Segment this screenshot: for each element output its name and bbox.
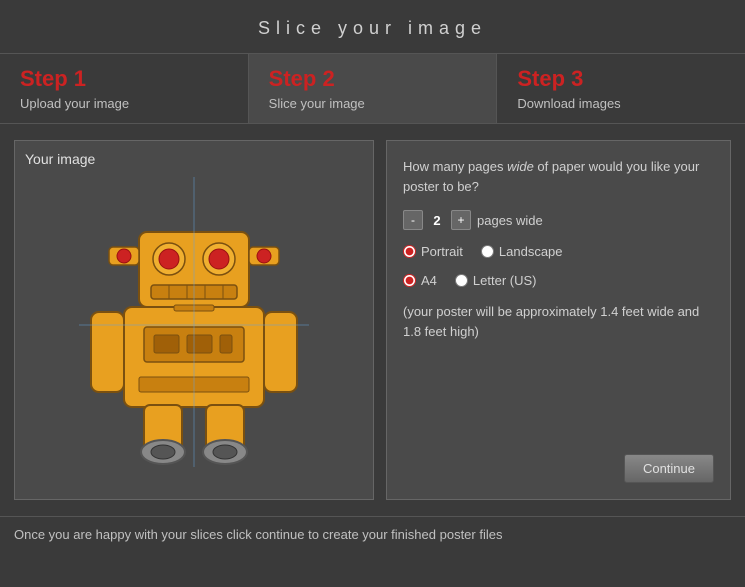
landscape-radio[interactable]	[481, 245, 494, 258]
portrait-radio[interactable]	[403, 245, 416, 258]
a4-option[interactable]: A4	[403, 273, 437, 288]
continue-button[interactable]: Continue	[624, 454, 714, 483]
poster-info: (your poster will be approximately 1.4 f…	[403, 302, 714, 341]
continue-btn-row: Continue	[403, 454, 714, 483]
a4-label: A4	[421, 273, 437, 288]
steps-bar: Step 1 Upload your image Step 2 Slice yo…	[0, 53, 745, 124]
pages-suffix: pages wide	[477, 213, 543, 228]
page-title: Slice your image	[0, 0, 745, 53]
controls-panel: How many pages wide of paper would you l…	[386, 140, 731, 500]
letter-option[interactable]: Letter (US)	[455, 273, 537, 288]
step-1[interactable]: Step 1 Upload your image	[0, 54, 249, 123]
step2-label: Step 2	[269, 66, 335, 92]
landscape-label: Landscape	[499, 244, 563, 259]
robot-image-container	[79, 177, 309, 467]
pages-count: 2	[429, 213, 445, 228]
main-content: Your image	[14, 140, 731, 500]
a4-radio[interactable]	[403, 274, 416, 287]
image-panel-title: Your image	[25, 151, 363, 167]
robot-svg	[79, 177, 309, 467]
pages-control: - 2 + pages wide	[403, 210, 714, 230]
portrait-label: Portrait	[421, 244, 463, 259]
step3-desc: Download images	[517, 96, 620, 111]
paper-size-group: A4 Letter (US)	[403, 273, 714, 288]
step3-label: Step 3	[517, 66, 583, 92]
pages-decrease-button[interactable]: -	[403, 210, 423, 230]
image-panel: Your image	[14, 140, 374, 500]
step-3[interactable]: Step 3 Download images	[497, 54, 745, 123]
step1-label: Step 1	[20, 66, 86, 92]
step-2[interactable]: Step 2 Slice your image	[249, 54, 498, 123]
orientation-group: Portrait Landscape	[403, 244, 714, 259]
letter-label: Letter (US)	[473, 273, 537, 288]
step1-desc: Upload your image	[20, 96, 129, 111]
portrait-option[interactable]: Portrait	[403, 244, 463, 259]
footer-text: Once you are happy with your slices clic…	[14, 527, 502, 542]
wide-word: wide	[507, 159, 534, 174]
question-text: How many pages wide of paper would you l…	[403, 157, 714, 196]
footer-bar: Once you are happy with your slices clic…	[0, 516, 745, 552]
landscape-option[interactable]: Landscape	[481, 244, 563, 259]
step2-desc: Slice your image	[269, 96, 365, 111]
letter-radio[interactable]	[455, 274, 468, 287]
pages-increase-button[interactable]: +	[451, 210, 471, 230]
